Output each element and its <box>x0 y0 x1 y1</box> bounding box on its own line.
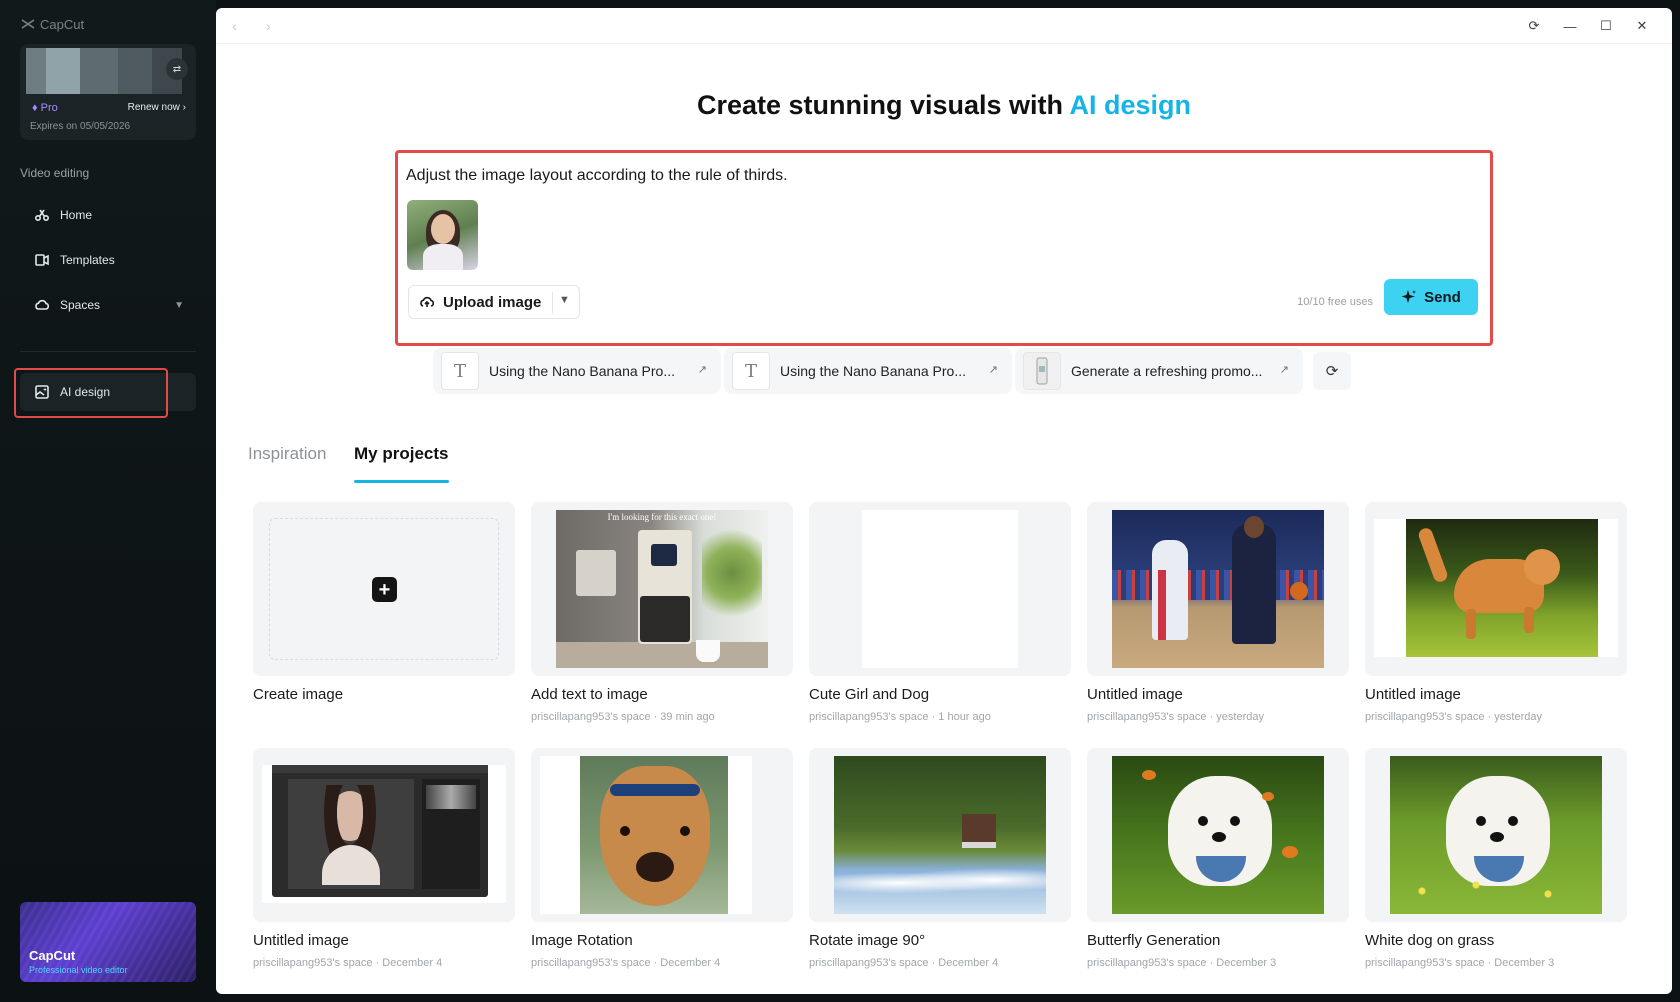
back-arrow-icon[interactable]: ‹ <box>232 18 237 34</box>
cloud-icon <box>35 299 50 310</box>
card-meta: priscillapang953's space · yesterday <box>1087 711 1264 723</box>
card-thumbnail: + <box>253 502 515 676</box>
main-panel: ‹ › ⟳ — ☐ ✕ Create stunning visuals with… <box>216 8 1672 994</box>
close-icon[interactable]: ✕ <box>1632 16 1652 36</box>
card-title: White dog on grass <box>1365 932 1495 949</box>
project-card[interactable]: Untitled image priscillapang953's space … <box>1087 502 1349 723</box>
project-card[interactable]: White dog on grass priscillapang953's sp… <box>1365 748 1627 969</box>
card-thumbnail <box>1365 502 1627 676</box>
sparkle-icon <box>1401 290 1417 303</box>
card-thumbnail <box>1087 748 1349 922</box>
project-card[interactable]: Untitled image priscillapang953's space … <box>253 748 515 969</box>
free-uses-counter: 10/10 free uses <box>1297 296 1373 308</box>
card-thumbnail <box>809 748 1071 922</box>
section-label-video-editing: Video editing <box>20 166 90 180</box>
card-meta: priscillapang953's space · December 3 <box>1087 957 1277 969</box>
uploaded-image-thumbnail[interactable] <box>407 200 478 270</box>
card-thumbnail <box>1365 748 1627 922</box>
card-title: Cute Girl and Dog <box>809 686 930 703</box>
promo-subtitle: Professional video editor <box>29 965 128 975</box>
minimize-icon[interactable]: — <box>1560 16 1580 36</box>
arrow-up-right-icon: ↗ <box>1279 364 1289 376</box>
card-thumbnail <box>1087 502 1349 676</box>
card-meta: priscillapang953's space · December 3 <box>1365 957 1555 969</box>
prompt-text[interactable]: Adjust the image layout according to the… <box>406 167 788 185</box>
upload-image-button[interactable]: Upload image ▼ <box>408 285 580 319</box>
capcut-logo-icon <box>21 19 35 29</box>
account-card[interactable]: ⇄ ♦ Pro Renew now › Expires on 05/05/202… <box>20 44 196 140</box>
card-thumbnail <box>253 748 515 922</box>
project-card[interactable]: Untitled image priscillapang953's space … <box>1365 502 1627 723</box>
card-meta: priscillapang953's space · December 4 <box>809 957 999 969</box>
tab-my-projects[interactable]: My projects <box>354 444 448 464</box>
app-window: CapCut ⇄ ♦ Pro Renew now › Expires on 05… <box>0 0 1680 1002</box>
brand-name: CapCut <box>40 16 85 32</box>
maximize-icon[interactable]: ☐ <box>1596 16 1616 36</box>
pro-diamond-icon: ♦ <box>32 102 38 114</box>
card-title: Create image <box>253 686 344 703</box>
arrow-up-right-icon: ↗ <box>988 364 998 376</box>
card-meta: priscillapang953's space · 39 min ago <box>531 711 715 723</box>
product-thumbnail-icon <box>1023 352 1061 390</box>
sidebar-divider <box>20 351 196 352</box>
promo-title: CapCut <box>29 948 76 963</box>
card-title: Untitled image <box>1365 686 1461 703</box>
expiry-text: Expires on 05/05/2026 <box>30 121 131 132</box>
project-card[interactable]: Butterfly Generation priscillapang953's … <box>1087 748 1349 969</box>
prompt-input-box[interactable]: Adjust the image layout according to the… <box>395 150 1493 346</box>
renew-link[interactable]: Renew now › <box>128 102 186 113</box>
switch-account-icon[interactable]: ⇄ <box>166 58 188 80</box>
card-meta: priscillapang953's space · December 4 <box>253 957 443 969</box>
card-title: Add text to image <box>531 686 648 703</box>
card-meta: priscillapang953's space · 1 hour ago <box>809 711 991 723</box>
upload-separator <box>552 292 553 314</box>
sidebar-item-spaces[interactable]: Spaces ▼ <box>20 286 196 324</box>
text-template-icon: T <box>732 352 770 390</box>
send-button[interactable]: Send <box>1384 279 1478 315</box>
card-thumbnail: I'm looking for this exact one! <box>531 502 793 676</box>
project-card-create[interactable]: + Create image <box>253 502 515 703</box>
avatar <box>26 48 182 94</box>
arrow-up-right-icon: ↗ <box>697 364 707 376</box>
project-card[interactable]: Cute Girl and Dog priscillapang953's spa… <box>809 502 1071 723</box>
active-tab-indicator <box>354 480 449 483</box>
project-card[interactable]: Rotate image 90° priscillapang953's spac… <box>809 748 1071 969</box>
promo-banner[interactable]: CapCut Professional video editor <box>20 902 196 982</box>
thumbnail-caption: I'm looking for this exact one! <box>607 512 717 522</box>
card-meta: priscillapang953's space · December 4 <box>531 957 721 969</box>
chevron-down-icon[interactable]: ▼ <box>174 300 184 311</box>
forward-arrow-icon[interactable]: › <box>266 18 271 34</box>
suggestion-chip[interactable]: T Using the Nano Banana Pro... ↗ <box>724 348 1012 394</box>
card-thumbnail <box>531 748 793 922</box>
cloud-upload-icon <box>420 296 435 307</box>
tab-inspiration[interactable]: Inspiration <box>248 444 326 464</box>
templates-icon <box>35 254 49 266</box>
card-title: Rotate image 90° <box>809 932 926 949</box>
sidebar-item-templates[interactable]: Templates <box>20 241 196 279</box>
project-card[interactable]: I'm looking for this exact one! Add text… <box>531 502 793 723</box>
home-icon <box>34 209 50 222</box>
suggestion-chip[interactable]: T Using the Nano Banana Pro... ↗ <box>433 348 721 394</box>
card-title: Butterfly Generation <box>1087 932 1221 949</box>
sidebar: CapCut ⇄ ♦ Pro Renew now › Expires on 05… <box>0 0 216 1002</box>
card-title: Untitled image <box>253 932 349 949</box>
plus-icon[interactable]: + <box>372 577 397 602</box>
upload-options-chevron-icon[interactable]: ▼ <box>559 294 570 306</box>
card-title: Untitled image <box>1087 686 1183 703</box>
suggestion-chip[interactable]: Generate a refreshing promo... ↗ <box>1015 348 1303 394</box>
card-title: Image Rotation <box>531 932 633 949</box>
text-template-icon: T <box>441 352 479 390</box>
brand-logo: CapCut <box>20 16 84 32</box>
card-thumbnail <box>809 502 1071 676</box>
sidebar-item-home[interactable]: Home <box>20 196 196 234</box>
page-title: Create stunning visuals with AI design <box>696 90 1192 120</box>
project-card[interactable]: Image Rotation priscillapang953's space … <box>531 748 793 969</box>
refresh-icon[interactable]: ⟳ <box>1524 16 1544 36</box>
card-meta: priscillapang953's space · yesterday <box>1365 711 1542 723</box>
pro-badge: ♦ Pro <box>32 102 58 114</box>
refresh-suggestions-icon[interactable]: ⟳ <box>1313 352 1351 390</box>
title-bar: ‹ › ⟳ — ☐ ✕ <box>216 8 1672 44</box>
ai-design-highlight-box <box>14 368 168 418</box>
